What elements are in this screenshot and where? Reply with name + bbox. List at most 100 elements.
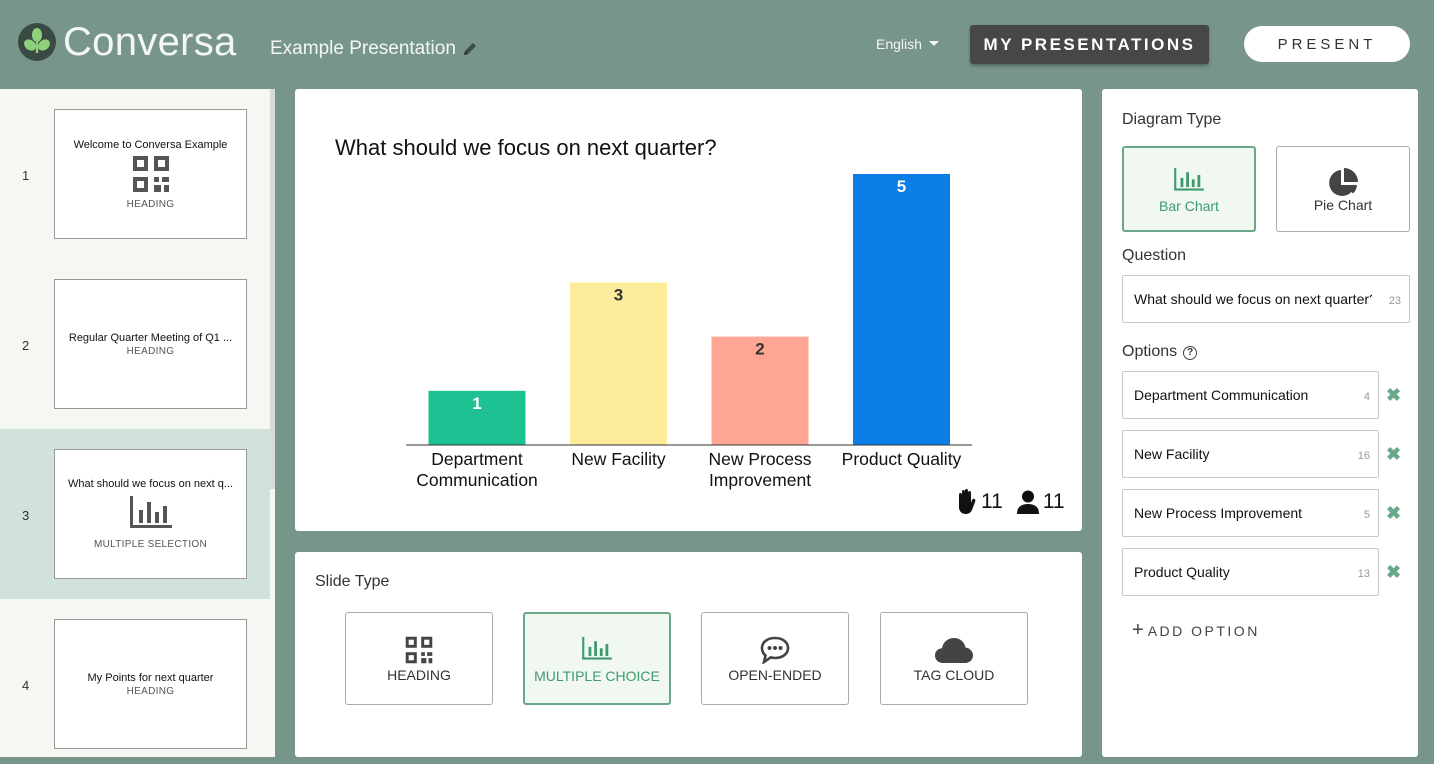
slide-number: 2 [22, 338, 30, 353]
slide-number: 3 [22, 508, 30, 523]
option-input[interactable]: Department Communication 4 [1122, 371, 1379, 419]
bar-chart-icon [1174, 168, 1204, 191]
bar-value-label: 1 [472, 394, 481, 413]
slide-type-option-label: TAG CLOUD [913, 667, 995, 683]
present-button[interactable]: PRESENT [1244, 26, 1410, 62]
slide-title: Welcome to Conversa Example [73, 139, 228, 151]
slide-number: 1 [22, 168, 30, 183]
raised-hand-icon [959, 489, 976, 514]
slide-type-open-ended-button[interactable]: OPEN-ENDED [701, 612, 849, 705]
qr-code-icon [132, 156, 169, 192]
slide-item-4[interactable]: 4 My Points for next quarter HEADING [0, 599, 270, 757]
diagram-option-label: Bar Chart [1159, 198, 1219, 214]
slide-title: My Points for next quarter [87, 672, 214, 684]
remove-option-icon[interactable]: ✖ [1386, 562, 1401, 583]
bar-value-label: 3 [614, 285, 623, 304]
slide-type-label: HEADING [126, 346, 175, 357]
cloud-icon [935, 638, 973, 663]
category-label: Product Quality [842, 449, 962, 469]
slide-item-2[interactable]: 2 Regular Quarter Meeting of Q1 ... HEAD… [0, 259, 270, 429]
slide-type-heading: Slide Type [315, 573, 390, 590]
slide-type-option-label: OPEN-ENDED [728, 667, 822, 683]
slide-type-label: HEADING [126, 686, 175, 697]
option-value: New Facility [1134, 446, 1210, 462]
remove-option-icon[interactable]: ✖ [1386, 503, 1401, 524]
pencil-icon[interactable] [461, 40, 479, 58]
diagram-option-label: Pie Chart [1313, 197, 1373, 213]
pie-chart-icon [1329, 168, 1358, 196]
slide-title: Regular Quarter Meeting of Q1 ... [68, 332, 233, 344]
conversa-logo-icon[interactable] [18, 23, 56, 61]
option-input[interactable]: Product Quality 13 [1122, 548, 1379, 596]
slide-type-option-label: MULTIPLE CHOICE [534, 668, 660, 684]
votes-count: 11 [981, 490, 1003, 513]
character-count: 4 [1363, 391, 1370, 403]
add-option-label: ADD OPTION [1147, 622, 1260, 639]
plus-icon: + [1132, 619, 1144, 641]
slide-item-3[interactable]: 3 What should we focus on next q... MULT… [0, 429, 270, 599]
slide-title: What should we focus on next q... [67, 478, 234, 490]
character-count: 5 [1363, 509, 1370, 521]
my-presentations-button[interactable]: MY PRESENTATIONS [970, 25, 1209, 64]
slide-list: 1 Welcome to Conversa Example HEADING 2 … [0, 89, 275, 757]
slide-type-tag-cloud-button[interactable]: TAG CLOUD [880, 612, 1028, 705]
participants-count: 11 [1042, 490, 1065, 513]
slide-thumbnail[interactable]: My Points for next quarter HEADING [54, 619, 247, 749]
slide-type-multiple-choice-button[interactable]: MULTIPLE CHOICE [523, 612, 671, 705]
slide-type-heading-button[interactable]: HEADING [345, 612, 493, 705]
category-label: New Process [708, 449, 811, 469]
question-input[interactable]: What should we focus on next quarter? 23 [1122, 275, 1410, 323]
bar-value-label: 2 [755, 340, 764, 359]
presentation-title[interactable]: Example Presentation [270, 38, 456, 60]
character-count: 16 [1357, 450, 1370, 462]
bar-chart: 1 DepartmentCommunication 3 New Facility 2 Ne… [406, 174, 972, 490]
option-value: Department Communication [1134, 387, 1309, 403]
response-counts: 11 11 [955, 489, 1065, 515]
bar-chart-option-button[interactable]: Bar Chart [1122, 146, 1256, 232]
option-input[interactable]: New Facility 16 [1122, 430, 1379, 478]
slide-number: 4 [22, 678, 30, 693]
scrollbar[interactable] [270, 89, 275, 489]
bar-chart-icon [129, 496, 172, 528]
slide-type-panel: Slide Type HEADING MULTIPLE CHOICE OPEN-… [295, 552, 1082, 757]
chart-bar [853, 174, 950, 445]
brand-name: Conversa [63, 20, 237, 64]
character-count: 23 [1388, 295, 1401, 307]
qr-code-icon [405, 636, 433, 664]
slide-thumbnail[interactable]: Regular Quarter Meeting of Q1 ... HEADIN… [54, 279, 247, 409]
option-input[interactable]: New Process Improvement 5 [1122, 489, 1379, 537]
slide-type-label: HEADING [126, 199, 175, 210]
add-option-button[interactable]: + ADD OPTION [1132, 619, 1260, 642]
remove-option-icon[interactable]: ✖ [1386, 444, 1401, 465]
category-label: Improvement [709, 470, 811, 490]
options-heading-label: Options [1122, 343, 1178, 360]
remove-option-icon[interactable]: ✖ [1386, 385, 1401, 406]
options-heading: Options? [1122, 343, 1198, 361]
bar-value-label: 5 [897, 177, 906, 196]
diagram-type-heading: Diagram Type [1122, 111, 1222, 128]
top-bar: Conversa Example Presentation English MY… [0, 0, 1434, 88]
chevron-down-icon[interactable] [929, 41, 939, 46]
chart-bar [570, 282, 667, 445]
category-label: Department [431, 449, 523, 469]
option-value: New Process Improvement [1134, 505, 1303, 521]
help-icon[interactable]: ? [1183, 346, 1198, 360]
speech-bubble-icon [760, 636, 790, 664]
character-count: 13 [1357, 568, 1370, 580]
question-heading: Question [1122, 247, 1187, 264]
slide-thumbnail[interactable]: Welcome to Conversa Example HEADING [54, 109, 247, 239]
slide-preview: What should we focus on next quarter? 1D… [295, 89, 1082, 531]
person-icon [1016, 490, 1039, 514]
category-label: New Facility [571, 449, 666, 469]
language-selector[interactable]: English [876, 36, 922, 52]
slide-thumbnail[interactable]: What should we focus on next q... MULTIP… [54, 449, 247, 579]
category-label: Communication [416, 470, 538, 490]
question-value: What should we focus on next quarter? [1134, 291, 1372, 307]
slide-item-1[interactable]: 1 Welcome to Conversa Example HEADING [0, 89, 270, 259]
pie-chart-option-button[interactable]: Pie Chart [1276, 146, 1410, 232]
option-value: Product Quality [1134, 564, 1230, 580]
settings-panel: Diagram Type Bar Chart Pie Chart Questio… [1102, 89, 1418, 757]
slide-type-option-label: HEADING [387, 667, 451, 683]
slide-type-label: MULTIPLE SELECTION [93, 539, 208, 550]
bar-chart-icon [582, 637, 612, 660]
